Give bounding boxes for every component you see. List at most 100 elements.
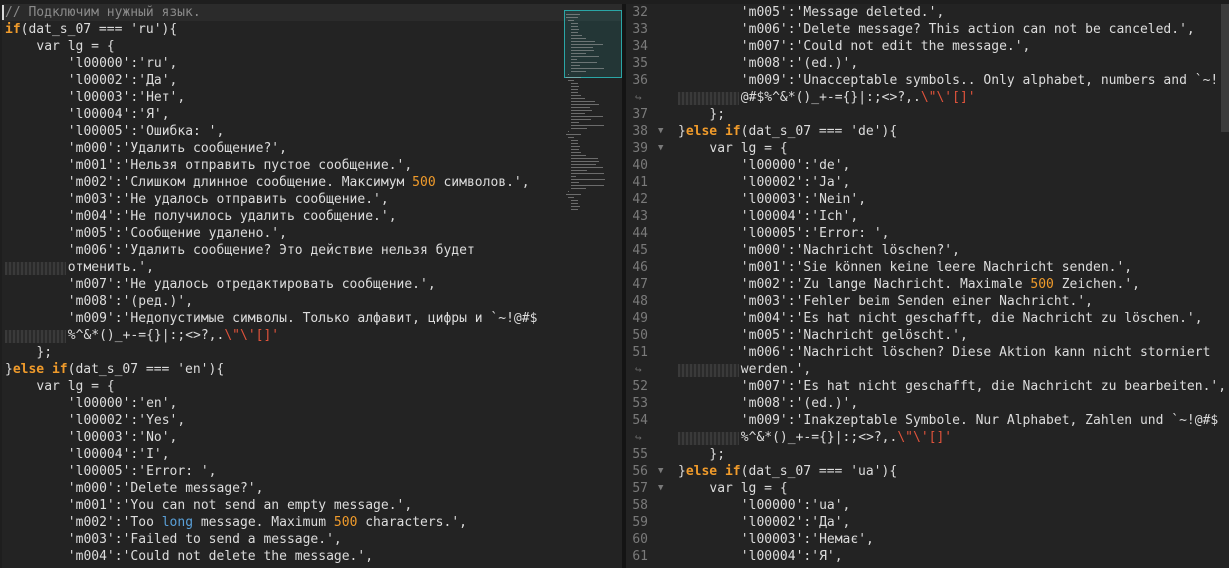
code-line[interactable]: 'm002':'Слишком длинное сообщение. Макси…: [2, 174, 622, 191]
code-line[interactable]: 'l00000':'ru',: [2, 55, 622, 72]
code-line[interactable]: 60 'l00003':'Немає',: [626, 531, 1229, 548]
line-number: 60: [632, 532, 648, 547]
code-line[interactable]: 'm007':'Не удалось отредактировать сообщ…: [2, 276, 622, 293]
code-line[interactable]: }else if(dat_s_07 === 'en'){: [2, 361, 622, 378]
code-line[interactable]: // Подключим нужный язык.: [2, 4, 622, 21]
code-text: 'l00005':'Error: ',: [741, 225, 890, 242]
code-line[interactable]: 'l00003':'Нет',: [2, 89, 622, 106]
code-token: 'm000':'Удалить сообщение?',: [67, 141, 287, 156]
code-text: 'm008':'(ред.)',: [68, 293, 193, 310]
code-line[interactable]: 'm001':'You can not send an empty messag…: [2, 497, 622, 514]
code-line[interactable]: 'l00003':'No',: [2, 429, 622, 446]
code-line[interactable]: 57 ▼ var lg = {: [626, 480, 1229, 497]
code-line[interactable]: 42 'l00003':'Nein',: [626, 191, 1229, 208]
code-line[interactable]: 33 'm006':'Delete message? This action ca…: [626, 21, 1229, 38]
code-line[interactable]: 40 'l00000':'de',: [626, 157, 1229, 174]
code-line[interactable]: 53 'm008':'(ed.)',: [626, 395, 1229, 412]
fold-triangle-icon[interactable]: ▼: [658, 140, 663, 157]
code-line[interactable]: 61 'l00004':'Я',: [626, 548, 1229, 565]
code-line[interactable]: %^&*()_+-={}|:;<>?,.\"\'[]': [2, 327, 622, 344]
code-line[interactable]: 'm003':'Не удалось отправить сообщение.'…: [2, 191, 622, 208]
code-line[interactable]: 'l00002':'Да',: [2, 72, 622, 89]
code-line[interactable]: 36 'm009':'Unacceptable symbols.. Only al…: [626, 72, 1229, 89]
code-line[interactable]: 51 'm006':'Nachricht löschen? Diese Aktio…: [626, 344, 1229, 361]
code-line[interactable]: 'l00005':'Error: ',: [2, 463, 622, 480]
code-line[interactable]: 39 ▼ var lg = {: [626, 140, 1229, 157]
code-line[interactable]: 41 'l00002':'Ja',: [626, 174, 1229, 191]
code-line[interactable]: 'l00000':'en',: [2, 395, 622, 412]
minimap-line: [570, 164, 596, 165]
code-line[interactable]: 44 'l00005':'Error: ',: [626, 225, 1229, 242]
code-line[interactable]: 'm002':'Too long message. Maximum 500 ch…: [2, 514, 622, 531]
minimap-line: [570, 203, 579, 204]
code-line[interactable]: 'l00005':'Ошибка: ',: [2, 123, 622, 140]
code-line[interactable]: var lg = {: [2, 38, 622, 55]
minimap[interactable]: [564, 10, 622, 210]
minimap-line: [570, 113, 586, 114]
fold-triangle-icon[interactable]: ▼: [658, 480, 663, 497]
code-line[interactable]: 'm003':'Failed to send a message.',: [2, 531, 622, 548]
code-line[interactable]: 48 'm003':'Fehler beim Senden einer Nachr…: [626, 293, 1229, 310]
code-line[interactable]: 'm008':'(ред.)',: [2, 293, 622, 310]
code-text: };: [36, 344, 52, 361]
code-line[interactable]: отменить.',: [2, 259, 622, 276]
code-line[interactable]: ↪ @#$%^&*()_+-={}|:;<>?,.\"\'[]': [626, 89, 1229, 106]
code-line[interactable]: 'm001':'Нельзя отправить пустое сообщени…: [2, 157, 622, 174]
code-text: 'm000':'Delete message?',: [68, 480, 264, 497]
code-text: 'm005':'Nachricht gelöscht.',: [741, 327, 968, 344]
code-line[interactable]: 'm005':'Сообщение удалено.',: [2, 225, 622, 242]
code-line[interactable]: 37};: [626, 106, 1229, 123]
fold-triangle-icon[interactable]: ▼: [658, 463, 663, 480]
code-text: 'l00003':'No',: [68, 429, 178, 446]
code-line[interactable]: 56 ▼}else if(dat_s_07 === 'ua'){: [626, 463, 1229, 480]
minimap-line: [570, 206, 581, 207]
code-token: 'l00004':'Ich',: [740, 209, 859, 224]
code-line[interactable]: 50 'm005':'Nachricht gelöscht.',: [626, 327, 1229, 344]
code-line[interactable]: 38 ▼}else if(dat_s_07 === 'de'){: [626, 123, 1229, 140]
minimap-line: [570, 23, 579, 24]
code-line[interactable]: 'm009':'Недопустимые символы. Только алф…: [2, 310, 622, 327]
fold-triangle-icon[interactable]: ▼: [658, 123, 663, 140]
code-line[interactable]: 'm004':'Не получилось удалить сообщение.…: [2, 208, 622, 225]
code-line[interactable]: 58 'l00000':'ua',: [626, 497, 1229, 514]
code-line[interactable]: ↪ %^&*()_+-={}|:;<>?,.\"\'[]': [626, 429, 1229, 446]
vertical-scrollbar[interactable]: [1221, 4, 1229, 132]
code-line[interactable]: 43 'l00004':'Ich',: [626, 208, 1229, 225]
minimap-line: [570, 173, 604, 174]
code-line[interactable]: 59 'l00002':'Да',: [626, 514, 1229, 531]
left-editor-pane[interactable]: // Подключим нужный язык. if(dat_s_07 ===…: [2, 4, 622, 568]
code-token: 'm006':'Nachricht löschen? Diese Aktion …: [740, 345, 1211, 360]
line-number: 34: [632, 39, 648, 54]
code-token: 'm008':'(ed.)',: [740, 396, 859, 411]
code-token: else if: [685, 464, 741, 479]
line-number: 36: [632, 73, 648, 88]
code-line[interactable]: 'l00002':'Yes',: [2, 412, 622, 429]
code-line[interactable]: 47 'm002':'Zu lange Nachricht. Maximale 5…: [626, 276, 1229, 293]
code-token: 'm006':'Удалить сообщение? Это действие …: [67, 243, 475, 258]
code-line[interactable]: var lg = {: [2, 378, 622, 395]
code-line[interactable]: 55};: [626, 446, 1229, 463]
code-line[interactable]: 'l00004':'I',: [2, 446, 622, 463]
code-line[interactable]: 'l00004':'Я',: [2, 106, 622, 123]
code-line[interactable]: 46 'm001':'Sie können keine leere Nachric…: [626, 259, 1229, 276]
code-line[interactable]: ↪ werden.',: [626, 361, 1229, 378]
code-line[interactable]: 'm006':'Удалить сообщение? Это действие …: [2, 242, 622, 259]
code-token: 'l00004':'Я',: [67, 107, 170, 122]
code-line[interactable]: 32 'm005':'Message deleted.',: [626, 4, 1229, 21]
code-line[interactable]: 49 'm004':'Es hat nicht geschafft, die Na…: [626, 310, 1229, 327]
minimap-line: [570, 149, 580, 150]
code-line[interactable]: if(dat_s_07 === 'ru'){: [2, 21, 622, 38]
code-line[interactable]: 34 'm007':'Could not edit the message.',: [626, 38, 1229, 55]
code-line[interactable]: 'm000':'Delete message?',: [2, 480, 622, 497]
line-number: 33: [632, 22, 648, 37]
code-line[interactable]: };: [2, 344, 622, 361]
code-line[interactable]: 45 'm000':'Nachricht löschen?',: [626, 242, 1229, 259]
code-line[interactable]: 54 'm009':'Inakzeptable Symbole. Nur Alph…: [626, 412, 1229, 429]
code-line[interactable]: 'm000':'Удалить сообщение?',: [2, 140, 622, 157]
code-line[interactable]: 'm004':'Could not delete the message.',: [2, 548, 622, 565]
code-text: %^&*()_+-={}|:;<>?,.\"\'[]': [741, 429, 952, 446]
code-line[interactable]: 52 'm007':'Es hat nicht geschafft, die Na…: [626, 378, 1229, 395]
right-editor-pane[interactable]: 32 'm005':'Message deleted.', 33 'm006':'De…: [626, 4, 1229, 568]
code-line[interactable]: 35 'm008':'(ed.)',: [626, 55, 1229, 72]
minimap-line: [570, 161, 599, 162]
